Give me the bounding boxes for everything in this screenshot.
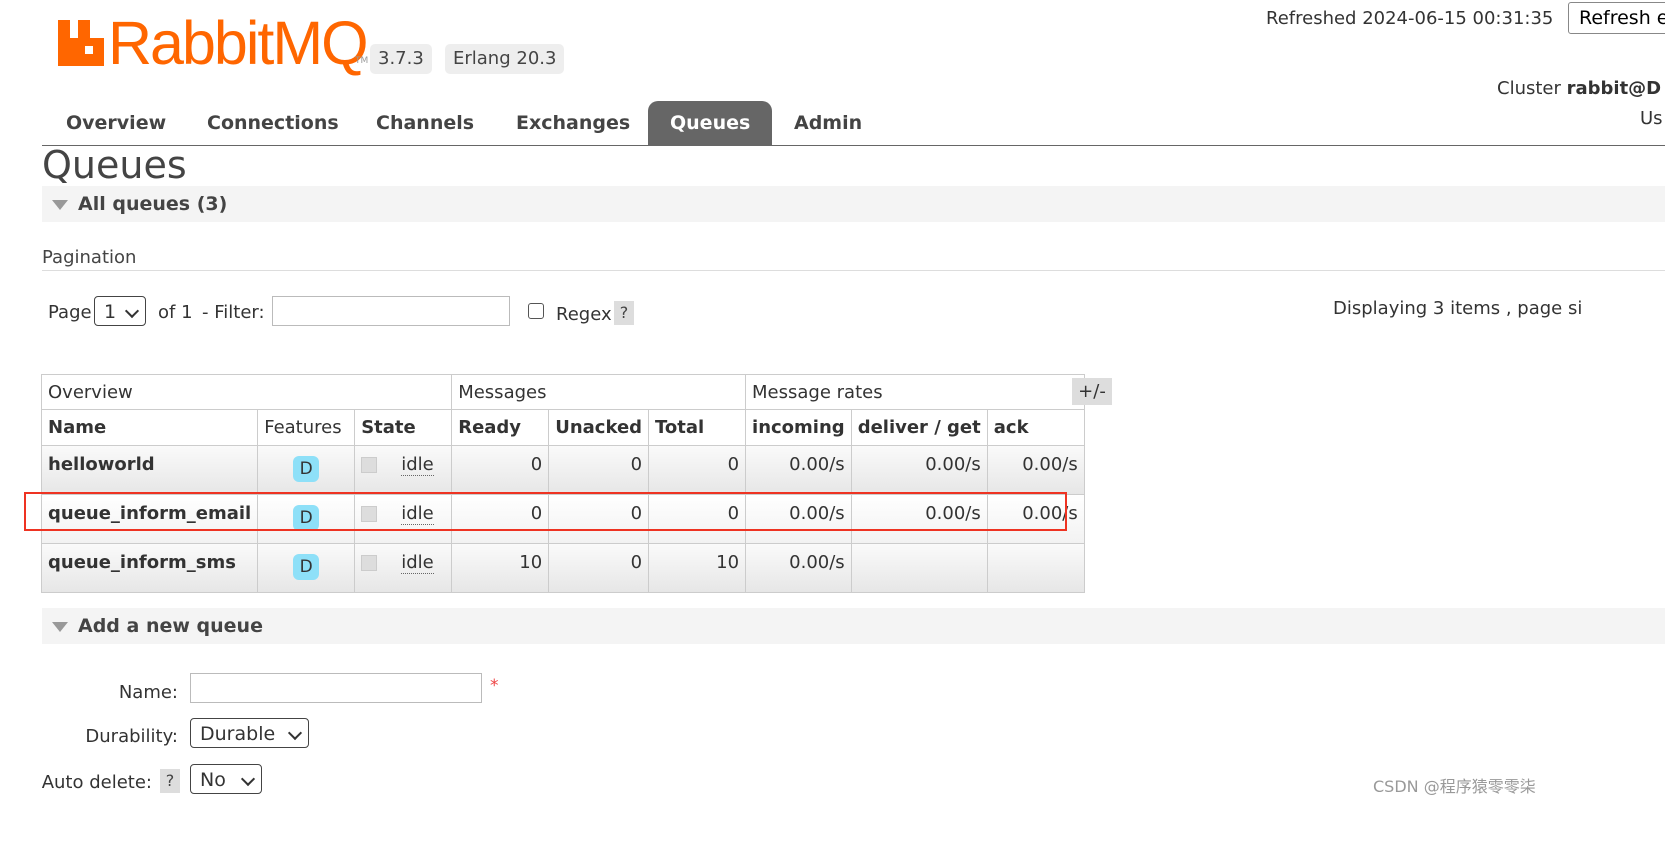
durability-select[interactable]: Durable — [190, 718, 309, 748]
durability-label: Durability: — [85, 726, 178, 747]
filter-label: - Filter: — [202, 302, 265, 323]
page-of-label: of 1 — [158, 302, 193, 323]
col-unacked[interactable]: Unacked — [548, 409, 650, 446]
collapse-triangle-icon — [52, 622, 68, 632]
queue-name-input[interactable] — [190, 673, 482, 703]
tab-connections[interactable]: Connections — [185, 101, 361, 145]
row-highlight-box — [24, 492, 1067, 531]
deliver-cell — [850, 543, 988, 593]
page-select-value: 1 — [104, 301, 117, 323]
regex-label: Regex — [556, 304, 612, 325]
total-cell: 0 — [648, 445, 747, 495]
rabbitmq-logo-icon — [58, 20, 104, 66]
ready-cell: 0 — [451, 445, 550, 495]
regex-checkbox[interactable] — [528, 303, 544, 319]
incoming-cell: 0.00/s — [745, 445, 852, 495]
all-queues-label: All queues (3) — [78, 193, 228, 215]
user-info: Us — [1640, 108, 1663, 129]
all-queues-toggle[interactable]: All queues (3) — [42, 186, 1665, 222]
filter-input[interactable] — [272, 296, 510, 326]
ack-cell: 0.00/s — [986, 445, 1085, 495]
pagination-heading: Pagination — [42, 247, 137, 268]
col-ready[interactable]: Ready — [451, 409, 550, 446]
state-icon — [361, 555, 378, 571]
incoming-cell: 0.00/s — [745, 543, 852, 593]
durability-value: Durable — [200, 723, 276, 745]
durable-badge: D — [293, 554, 320, 580]
col-state[interactable]: State — [354, 409, 453, 446]
queue-name-label: Name: — [118, 682, 178, 703]
columns-toggle-button[interactable]: +/- — [1072, 378, 1112, 405]
add-queue-toggle[interactable]: Add a new queue — [42, 608, 1665, 644]
displaying-info: Displaying 3 items , page si — [1333, 298, 1583, 319]
deliver-cell: 0.00/s — [850, 445, 988, 495]
add-queue-label: Add a new queue — [78, 615, 263, 637]
page-title: Queues — [42, 143, 187, 187]
group-overview: Overview — [40, 374, 453, 410]
cluster-info: Cluster rabbit@D — [1497, 78, 1661, 99]
collapse-triangle-icon — [52, 200, 68, 210]
page-select[interactable]: 1 — [94, 296, 146, 326]
group-message-rates: Message rates — [745, 374, 1085, 410]
required-marker: * — [490, 676, 499, 696]
tab-admin[interactable]: Admin — [772, 101, 884, 145]
auto-delete-select[interactable]: No — [190, 764, 262, 794]
logo-wordmark: RabbitMQ — [108, 9, 369, 77]
auto-delete-value: No — [200, 769, 226, 791]
tab-channels[interactable]: Channels — [354, 101, 496, 145]
ack-cell — [986, 543, 1085, 593]
durable-badge: D — [293, 456, 320, 482]
pagination-divider — [42, 270, 1665, 271]
state-text: idle — [401, 552, 434, 574]
auto-delete-label: Auto delete: — [41, 772, 152, 793]
ready-cell: 10 — [451, 543, 550, 593]
state-cell: idle — [354, 445, 453, 495]
features-cell: D — [257, 543, 356, 593]
watermark: CSDN @程序猿零零柒 — [1373, 777, 1536, 796]
col-total[interactable]: Total — [648, 409, 747, 446]
refresh-button[interactable]: Refresh e — [1568, 2, 1665, 34]
page-label: Page — [48, 302, 92, 323]
state-icon — [361, 457, 378, 473]
cluster-name: rabbit@D — [1566, 78, 1662, 99]
chevron-down-icon — [240, 771, 256, 787]
table-row: queue_inform_sms D idle 10 0 10 0.00/s — [40, 543, 1085, 593]
total-cell: 10 — [648, 543, 747, 593]
tab-overview[interactable]: Overview — [44, 101, 188, 145]
unacked-cell: 0 — [548, 543, 650, 593]
state-text: idle — [401, 454, 434, 476]
chevron-down-icon — [124, 303, 140, 319]
refreshed-timestamp: Refreshed 2024-06-15 00:31:35 — [1266, 8, 1554, 29]
state-cell: idle — [354, 543, 453, 593]
chevron-down-icon — [287, 725, 303, 741]
tab-exchanges[interactable]: Exchanges — [494, 101, 652, 145]
cluster-label: Cluster — [1497, 78, 1567, 99]
regex-help-icon[interactable]: ? — [614, 301, 634, 325]
queue-name-link[interactable]: queue_inform_sms — [40, 543, 259, 593]
tabs-divider — [42, 145, 1665, 146]
col-ack[interactable]: ack — [986, 409, 1085, 446]
table-row: helloworld D idle 0 0 0 0.00/s 0.00/s 0.… — [40, 445, 1085, 495]
queues-table: Overview Messages Message rates Name Fea… — [40, 374, 1085, 593]
unacked-cell: 0 — [548, 445, 650, 495]
logo-trademark: TM — [355, 56, 369, 66]
version-badge: 3.7.3 — [370, 44, 432, 74]
features-cell: D — [257, 445, 356, 495]
tab-queues[interactable]: Queues — [648, 101, 773, 145]
col-features: Features — [257, 409, 356, 446]
col-incoming[interactable]: incoming — [745, 409, 852, 446]
col-name[interactable]: Name — [40, 409, 259, 446]
col-deliver-get[interactable]: deliver / get — [850, 409, 988, 446]
erlang-badge: Erlang 20.3 — [445, 44, 565, 74]
auto-delete-help-icon[interactable]: ? — [160, 769, 180, 793]
queue-name-link[interactable]: helloworld — [40, 445, 259, 495]
group-messages: Messages — [451, 374, 747, 410]
